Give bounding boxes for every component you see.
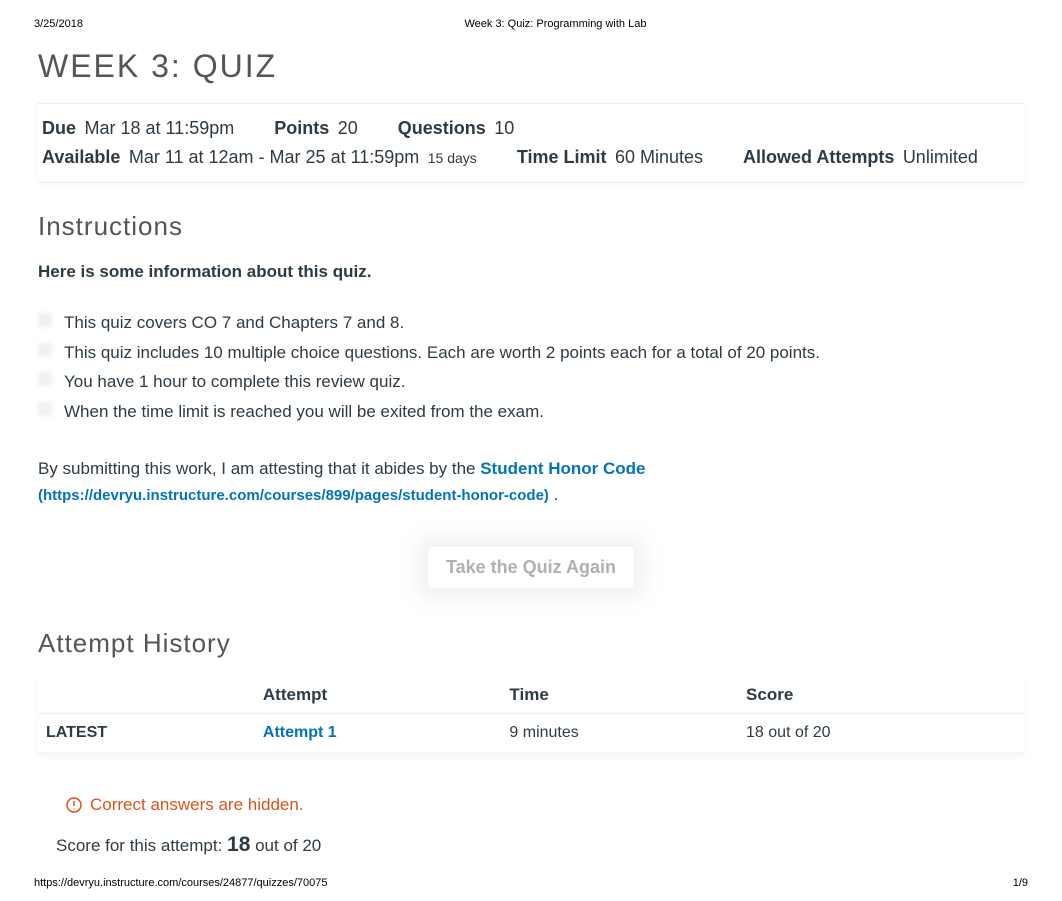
score-prefix: Score for this attempt: xyxy=(56,836,227,855)
due-label: Due xyxy=(42,118,76,138)
attempt-score: 18 out of 20 xyxy=(738,714,1024,754)
attempt-time: 9 minutes xyxy=(501,714,738,754)
points-label: Points xyxy=(274,118,329,138)
attempts-label: Allowed Attempts xyxy=(743,147,894,167)
take-quiz-again-button[interactable]: Take the Quiz Again xyxy=(428,547,634,588)
attest-prefix: By submitting this work, I am attesting … xyxy=(38,459,480,478)
table-header-blank xyxy=(38,677,255,714)
print-date: 3/25/2018 xyxy=(34,18,83,30)
points-value: 20 xyxy=(338,118,358,138)
page-title: WEEK 3: QUIZ xyxy=(38,48,1024,85)
print-header: 3/25/2018 Week 3: Quiz: Programming with… xyxy=(0,0,1062,30)
table-row: LATEST Attempt 1 9 minutes 18 out of 20 xyxy=(38,714,1024,754)
instructions-intro: Here is some information about this quiz… xyxy=(38,262,1024,282)
questions-label: Questions xyxy=(398,118,486,138)
hidden-answers-text: Correct answers are hidden. xyxy=(90,795,304,815)
table-header-attempt: Attempt xyxy=(255,677,502,714)
list-item: This quiz covers CO 7 and Chapters 7 and… xyxy=(38,310,1024,336)
attempt-link[interactable]: Attempt 1 xyxy=(263,724,337,741)
attempt-tag: LATEST xyxy=(38,714,255,754)
due-value: Mar 18 at 11:59pm xyxy=(84,118,234,138)
attest-suffix: . xyxy=(554,485,559,504)
available-label: Available xyxy=(42,147,120,167)
attestation: By submitting this work, I am attesting … xyxy=(38,456,1024,507)
quiz-meta: Due Mar 18 at 11:59pm Points 20 Question… xyxy=(38,103,1024,183)
score-suffix: out of 20 xyxy=(250,836,321,855)
hidden-answers-notice: Correct answers are hidden. xyxy=(66,795,1024,815)
list-item: You have 1 hour to complete this review … xyxy=(38,369,1024,395)
honor-code-url[interactable]: (https://devryu.instructure.com/courses/… xyxy=(38,487,549,504)
table-header-time: Time xyxy=(501,677,738,714)
instructions-heading: Instructions xyxy=(38,211,1024,242)
instructions-list: This quiz covers CO 7 and Chapters 7 and… xyxy=(38,310,1024,424)
list-item: When the time limit is reached you will … xyxy=(38,399,1024,425)
available-value: Mar 11 at 12am - Mar 25 at 11:59pm xyxy=(129,147,419,167)
attempt-history-table: Attempt Time Score LATEST Attempt 1 9 mi… xyxy=(38,677,1024,755)
available-sub: 15 days xyxy=(428,150,477,166)
page-number: 1/9 xyxy=(1013,877,1028,889)
print-doc-title: Week 3: Quiz: Programming with Lab xyxy=(83,18,1028,30)
footer-url: https://devryu.instructure.com/courses/2… xyxy=(34,877,328,889)
list-item: This quiz includes 10 multiple choice qu… xyxy=(38,340,1024,366)
honor-code-link[interactable]: Student Honor Code xyxy=(480,459,645,478)
score-value: 18 xyxy=(227,833,250,856)
table-header-score: Score xyxy=(738,677,1024,714)
print-footer: https://devryu.instructure.com/courses/2… xyxy=(0,857,1062,901)
score-line: Score for this attempt: 18 out of 20 xyxy=(56,833,1024,857)
attempts-value: Unlimited xyxy=(903,147,978,167)
timelimit-value: 60 Minutes xyxy=(615,147,703,167)
timelimit-label: Time Limit xyxy=(517,147,607,167)
warning-icon xyxy=(66,797,82,813)
questions-value: 10 xyxy=(494,118,514,138)
attempt-history-heading: Attempt History xyxy=(38,628,1024,659)
